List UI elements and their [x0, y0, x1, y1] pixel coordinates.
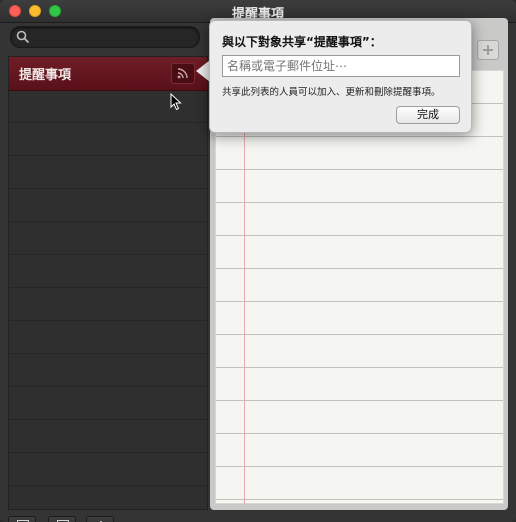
- share-recipient-input[interactable]: [222, 55, 460, 77]
- share-icon: [177, 68, 188, 79]
- add-reminder-button[interactable]: [477, 40, 499, 60]
- search-field[interactable]: [10, 26, 200, 48]
- list-item-reminders[interactable]: 提醒事項: [9, 57, 207, 91]
- done-button[interactable]: 完成: [396, 106, 460, 124]
- reminders-window: 提醒事項 提醒事項 與以下對象共享“提醒事項”： 名稱或電子郵件位址⋯ 共享此列…: [0, 0, 516, 522]
- toggle-sidebar-button[interactable]: [8, 516, 36, 522]
- share-heading: 與以下對象共享“提醒事項”：: [222, 35, 382, 49]
- paper-margin-line: [244, 70, 245, 504]
- plus-icon: [483, 45, 493, 55]
- lists-panel: 提醒事項: [8, 56, 208, 510]
- list-item-label: 提醒事項: [19, 68, 72, 83]
- share-popover: 與以下對象共享“提醒事項”： 共享此列表的人員可以加入、更新和刪除提醒事項。 完…: [209, 20, 472, 133]
- popover-arrow: [196, 60, 210, 82]
- reminders-paper[interactable]: [215, 70, 504, 504]
- share-description: 共享此列表的人員可以加入、更新和刪除提醒事項。: [222, 87, 441, 98]
- share-button[interactable]: [171, 63, 195, 84]
- mouse-cursor-icon: [170, 93, 182, 111]
- add-list-button[interactable]: [86, 516, 114, 522]
- calendar-button[interactable]: [48, 516, 76, 522]
- search-icon: [16, 30, 30, 44]
